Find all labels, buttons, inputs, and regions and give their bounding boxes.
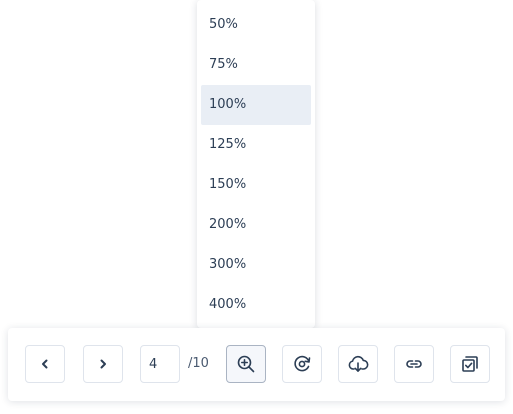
page-total-label: /10 xyxy=(188,356,209,371)
zoom-button[interactable] xyxy=(226,345,266,383)
select-pages-button[interactable] xyxy=(450,345,490,383)
copy-link-button[interactable] xyxy=(394,345,434,383)
zoom-option-50[interactable]: 50% xyxy=(201,5,311,45)
zoom-options-list: 50% 75% 100% 125% 150% 200% 300% 400% xyxy=(201,5,311,325)
rotate-button[interactable] xyxy=(282,345,322,383)
zoom-in-icon xyxy=(237,355,255,373)
previous-page-button[interactable] xyxy=(25,345,65,383)
zoom-dropdown-menu: 50% 75% 100% 125% 150% 200% 300% 400% xyxy=(197,0,315,328)
page-number-input[interactable] xyxy=(140,345,180,383)
zoom-option-400[interactable]: 400% xyxy=(201,285,311,325)
download-button[interactable] xyxy=(338,345,378,383)
cloud-download-icon xyxy=(348,355,369,372)
zoom-option-125[interactable]: 125% xyxy=(201,125,311,165)
rotate-icon xyxy=(294,355,311,372)
select-pages-icon xyxy=(462,356,478,372)
link-icon xyxy=(406,360,422,368)
zoom-option-300[interactable]: 300% xyxy=(201,245,311,285)
zoom-option-100[interactable]: 100% xyxy=(201,85,311,125)
next-page-button[interactable] xyxy=(83,345,123,383)
viewer-stage: 50% 75% 100% 125% 150% 200% 300% 400% /1… xyxy=(0,0,513,414)
zoom-option-150[interactable]: 150% xyxy=(201,165,311,205)
viewer-toolbar: /10 xyxy=(8,328,505,401)
zoom-option-75[interactable]: 75% xyxy=(201,45,311,85)
chevron-right-icon xyxy=(100,359,106,369)
zoom-option-200[interactable]: 200% xyxy=(201,205,311,245)
chevron-left-icon xyxy=(42,359,48,369)
